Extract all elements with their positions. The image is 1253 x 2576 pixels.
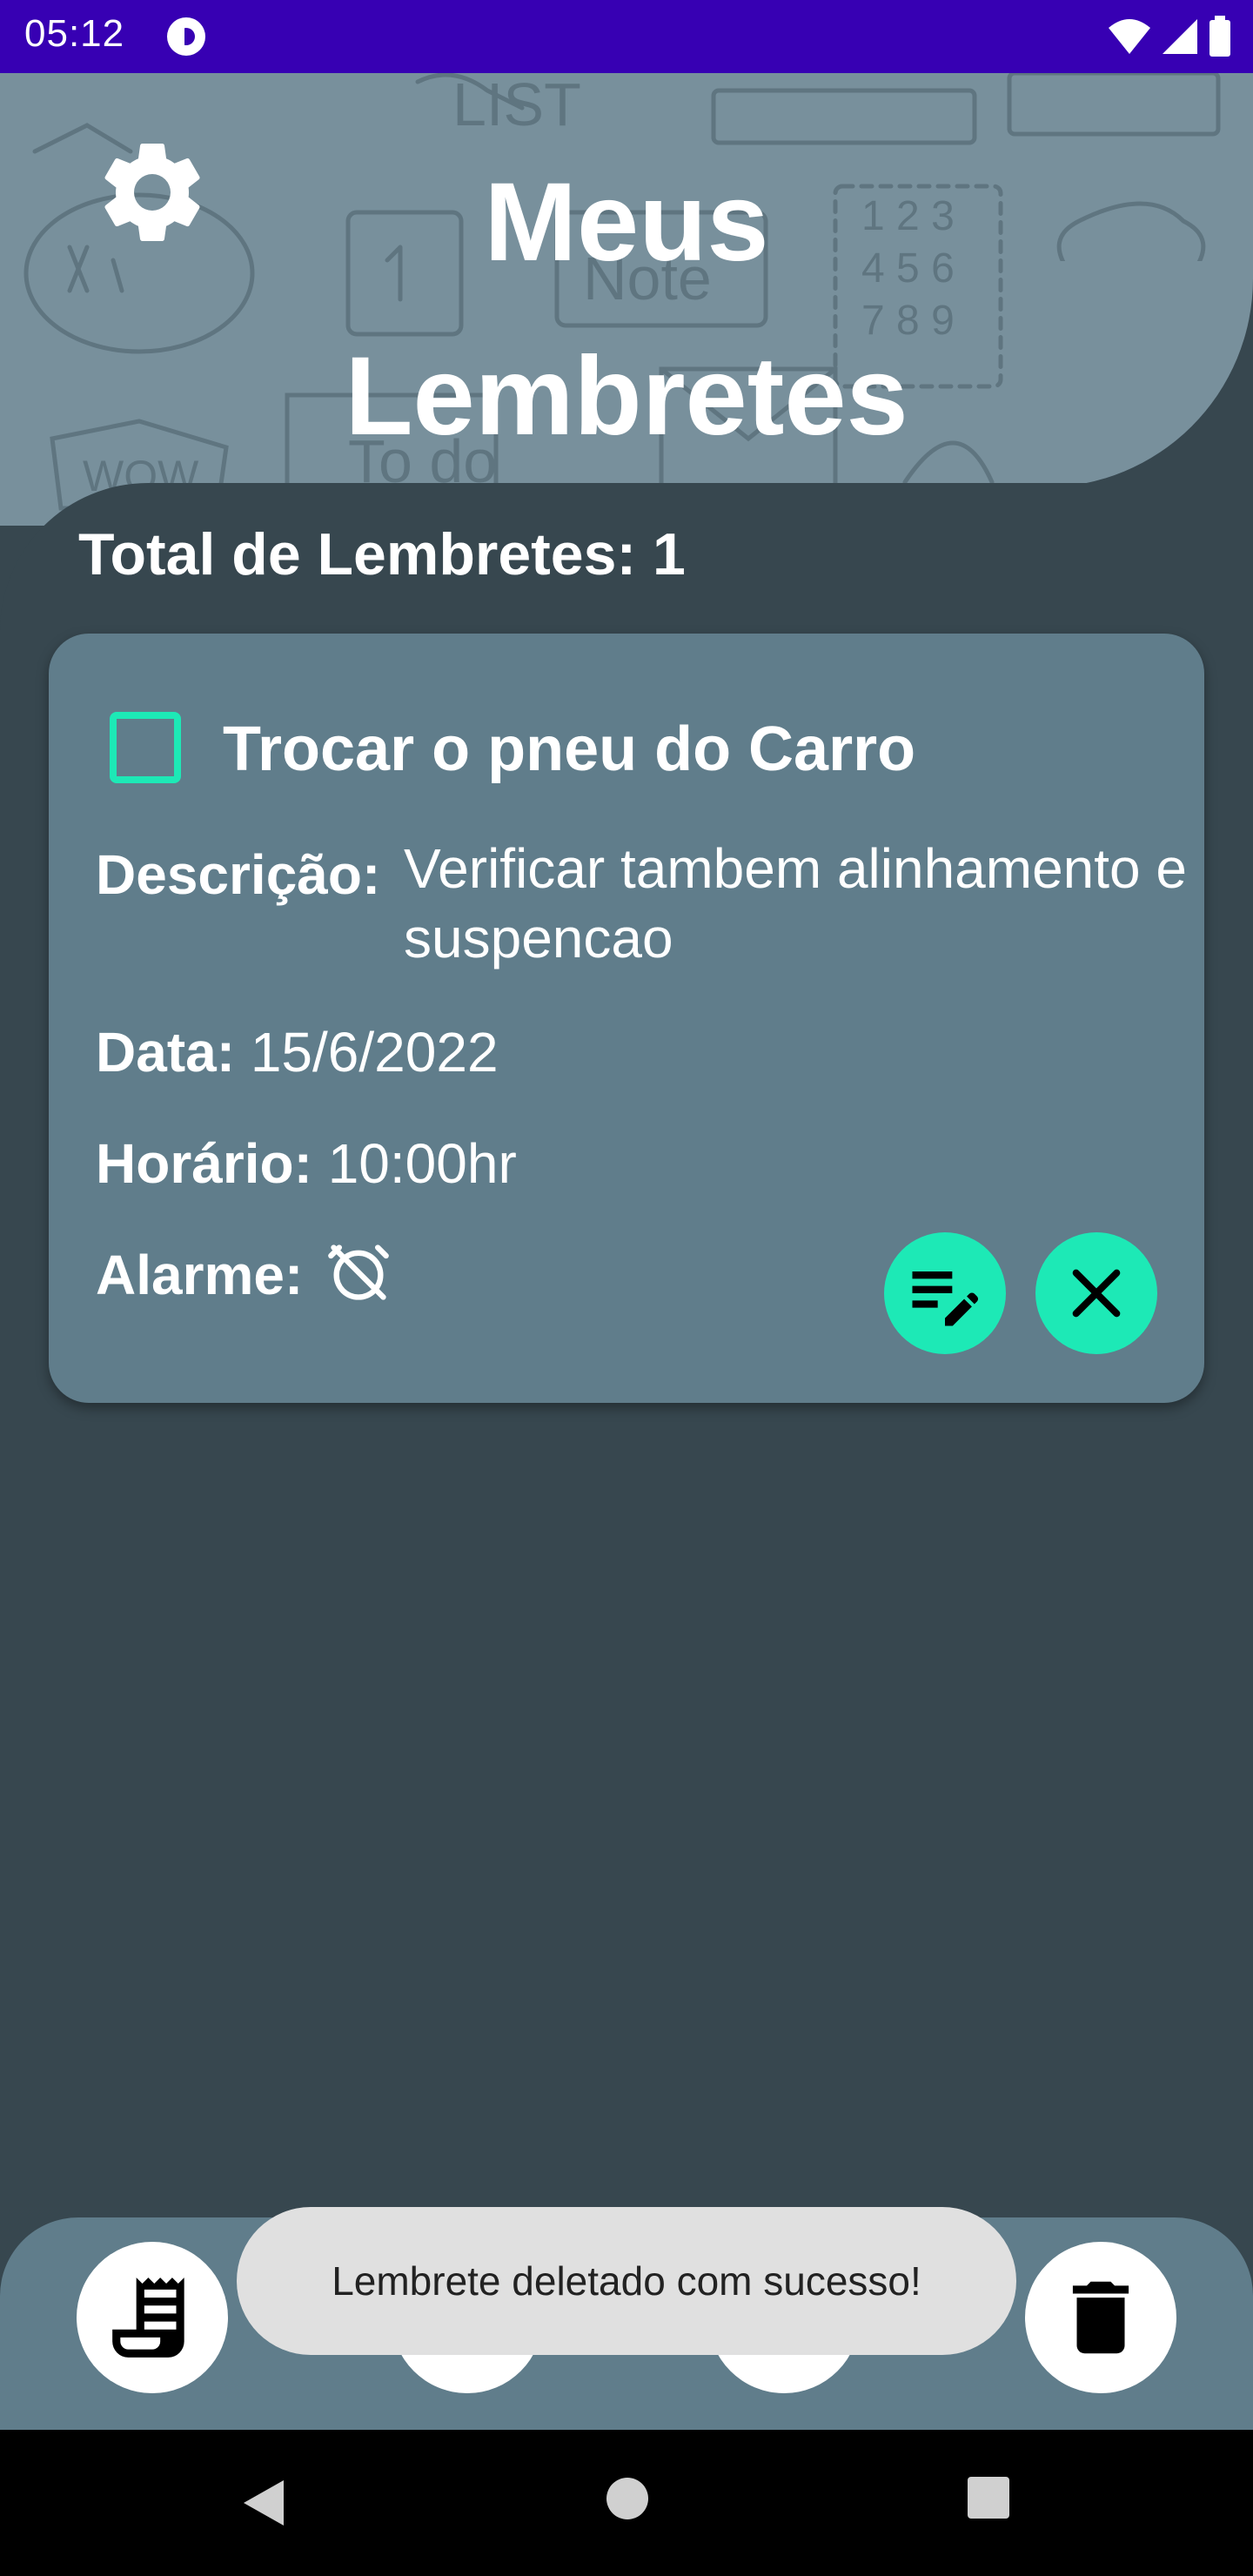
app-notification-icon [167,17,205,56]
app-screen: 05:12 LIST Note To do WOW 1 2 3 4 5 6 7 … [0,0,1253,2576]
home-icon[interactable] [604,2475,651,2522]
time-label: Horário: [96,1132,312,1195]
edit-reminder-button[interactable] [884,1232,1006,1354]
delete-all-button[interactable] [1025,2242,1176,2393]
receipt-list-icon [112,2277,184,2358]
alarm-label: Alarme: [96,1244,304,1306]
date-value: 15/6/2022 [250,1021,499,1083]
status-bar: 05:12 [0,0,1253,73]
date-label: Data: [96,1021,236,1083]
reminder-title: Trocar o pneu do Carro [223,714,916,784]
reminder-card: Trocar o pneu do Carro Descrição: Verifi… [49,634,1204,1403]
toast-text: Lembrete deletado com sucesso! [332,2258,921,2304]
svg-text:LIST: LIST [452,73,581,138]
reminders-list-button[interactable] [77,2242,228,2393]
description-value: Verificar tambem alinhamento e suspencao [404,837,1187,969]
status-icons [1107,16,1232,57]
close-icon [1072,1269,1121,1318]
recents-icon[interactable] [966,2475,1011,2520]
delete-reminder-button[interactable] [1035,1232,1157,1354]
reminder-checkbox[interactable] [110,712,181,783]
toast-message: Lembrete deletado com sucesso! [237,2207,1016,2355]
edit-note-icon [912,1271,979,1326]
time-value: 10:00hr [327,1132,517,1195]
battery-icon [1209,16,1230,57]
trash-icon [1072,2281,1129,2354]
wifi-icon [1109,19,1150,54]
date-row: Data: 15/6/2022 [96,1020,499,1084]
time-row: Horário: 10:00hr [96,1131,517,1196]
status-time: 05:12 [24,12,125,55]
description-label: Descrição: [96,843,381,906]
total-reminders-label: Total de Lembretes: 1 [78,521,686,587]
back-icon[interactable] [237,2475,292,2531]
signal-icon [1163,19,1197,54]
system-nav-bar [0,2430,1253,2576]
alarm-off-icon [328,1244,389,1300]
